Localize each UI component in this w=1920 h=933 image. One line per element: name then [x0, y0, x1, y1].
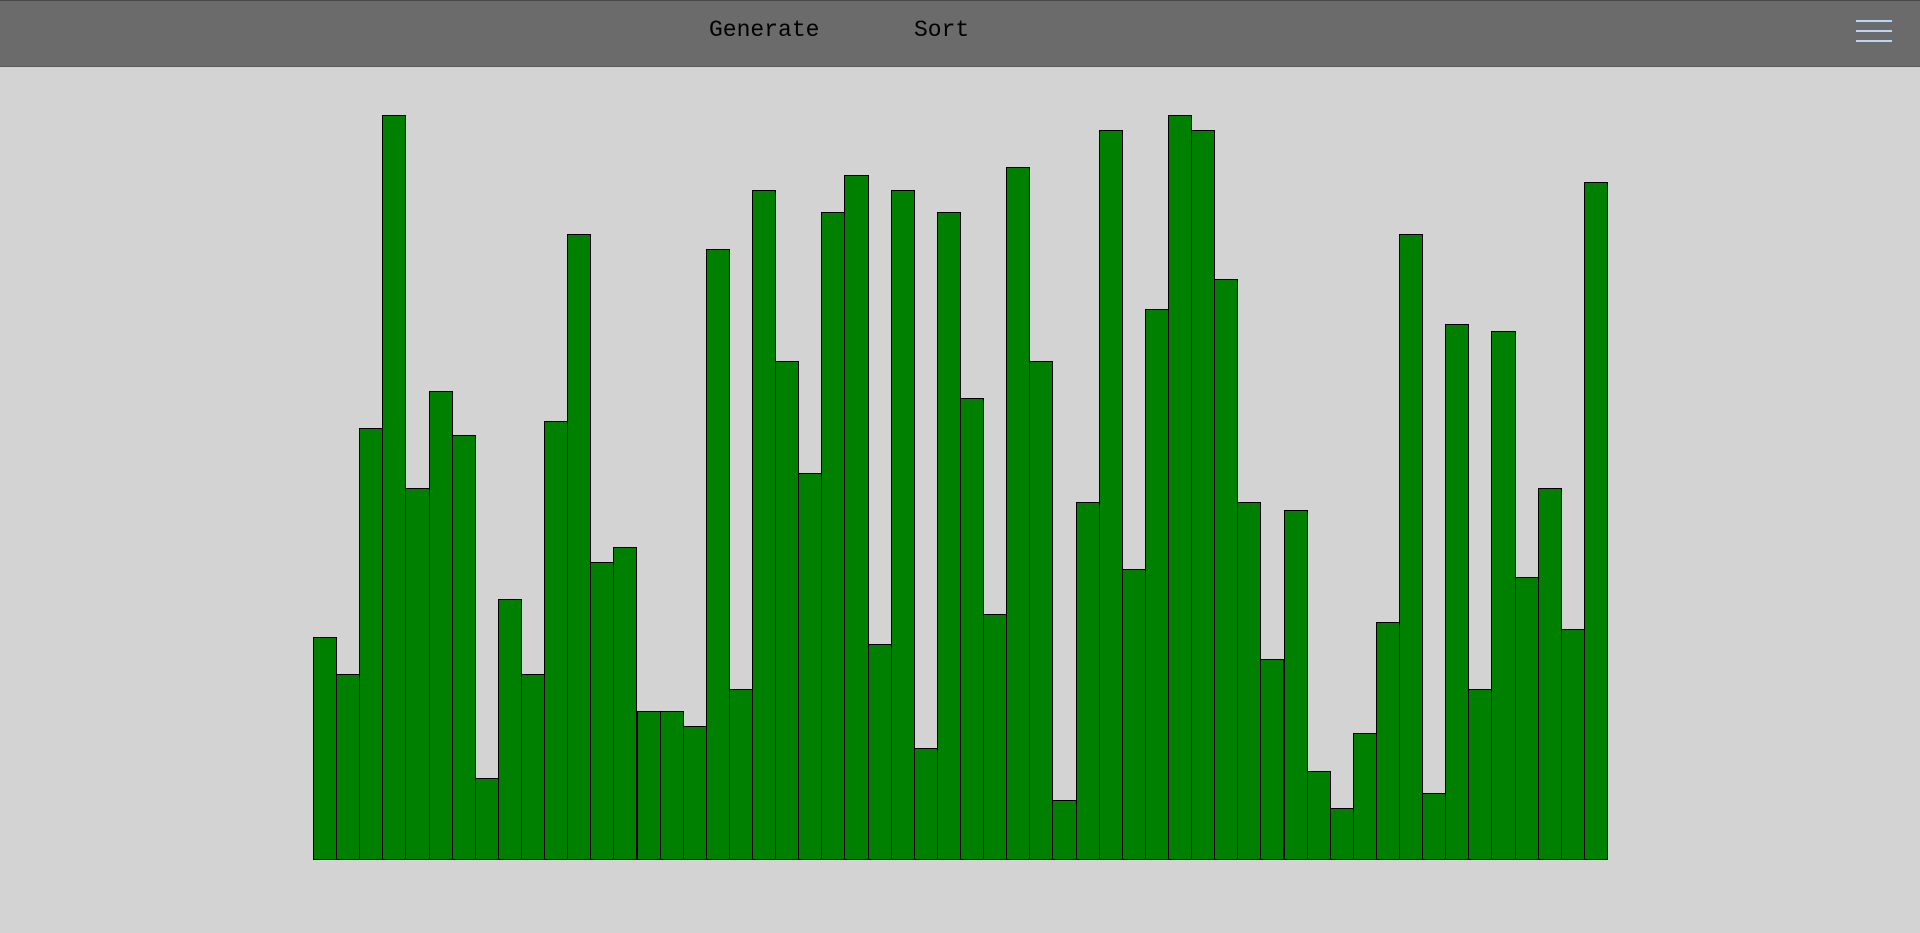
sort-button[interactable]: Sort	[914, 15, 969, 45]
array-bar	[544, 420, 569, 860]
array-bar	[1352, 733, 1377, 860]
array-bar	[313, 636, 338, 860]
array-bar	[636, 711, 661, 860]
array-bar	[590, 562, 615, 860]
array-bar	[474, 778, 499, 860]
array-bar	[359, 427, 384, 860]
array-bar	[497, 599, 522, 860]
array-bar	[728, 688, 754, 860]
array-bar	[520, 673, 546, 860]
array-bar	[1167, 115, 1193, 860]
array-bar	[1306, 770, 1331, 860]
array-bar	[1422, 793, 1447, 860]
menu-line-icon	[1856, 40, 1892, 42]
array-bar	[613, 547, 638, 860]
menu-line-icon	[1856, 20, 1892, 22]
array-bar	[1191, 129, 1216, 860]
array-bar	[752, 189, 777, 860]
array-bar	[936, 211, 961, 860]
array-bar	[913, 748, 938, 860]
array-bar	[1399, 234, 1424, 860]
array-bar	[1006, 167, 1031, 860]
array-bar	[705, 249, 730, 860]
array-bar	[983, 614, 1008, 860]
array-bar	[890, 189, 915, 860]
array-bar	[1375, 621, 1401, 860]
array-bar	[1560, 629, 1585, 860]
array-bar	[1445, 323, 1470, 860]
array-bar	[1144, 308, 1169, 860]
array-bar	[1098, 129, 1123, 860]
array-bar	[1260, 658, 1285, 860]
array-bar	[1052, 800, 1077, 860]
array-bar	[1491, 331, 1516, 860]
bar-chart-area	[313, 67, 1608, 860]
array-bar	[428, 390, 453, 860]
hamburger-menu-icon[interactable]	[1856, 18, 1892, 44]
array-bar	[1237, 502, 1262, 860]
array-bar	[336, 673, 361, 860]
array-bar	[775, 360, 800, 860]
array-bar	[1537, 487, 1562, 860]
array-bar	[382, 115, 407, 860]
array-bar	[1583, 182, 1608, 860]
array-bar	[960, 398, 985, 860]
generate-button[interactable]: Generate	[709, 15, 819, 45]
array-bar	[1029, 360, 1054, 860]
array-bar	[1514, 576, 1539, 860]
top-navigation-bar: Generate Sort	[0, 0, 1920, 67]
array-bar	[1075, 502, 1100, 860]
array-bar	[844, 174, 869, 860]
array-bar	[567, 234, 592, 860]
array-bar	[1283, 509, 1308, 860]
array-bar	[1329, 807, 1354, 860]
array-bar	[1468, 688, 1493, 860]
array-bar	[1214, 278, 1239, 860]
array-bar	[682, 725, 707, 860]
array-bar	[821, 211, 846, 860]
array-bar	[451, 435, 476, 860]
array-bar	[1121, 569, 1146, 860]
array-bar	[867, 644, 892, 860]
array-bar	[659, 711, 684, 860]
array-bar	[405, 487, 430, 860]
menu-line-icon	[1856, 30, 1892, 32]
array-bar	[798, 472, 823, 860]
